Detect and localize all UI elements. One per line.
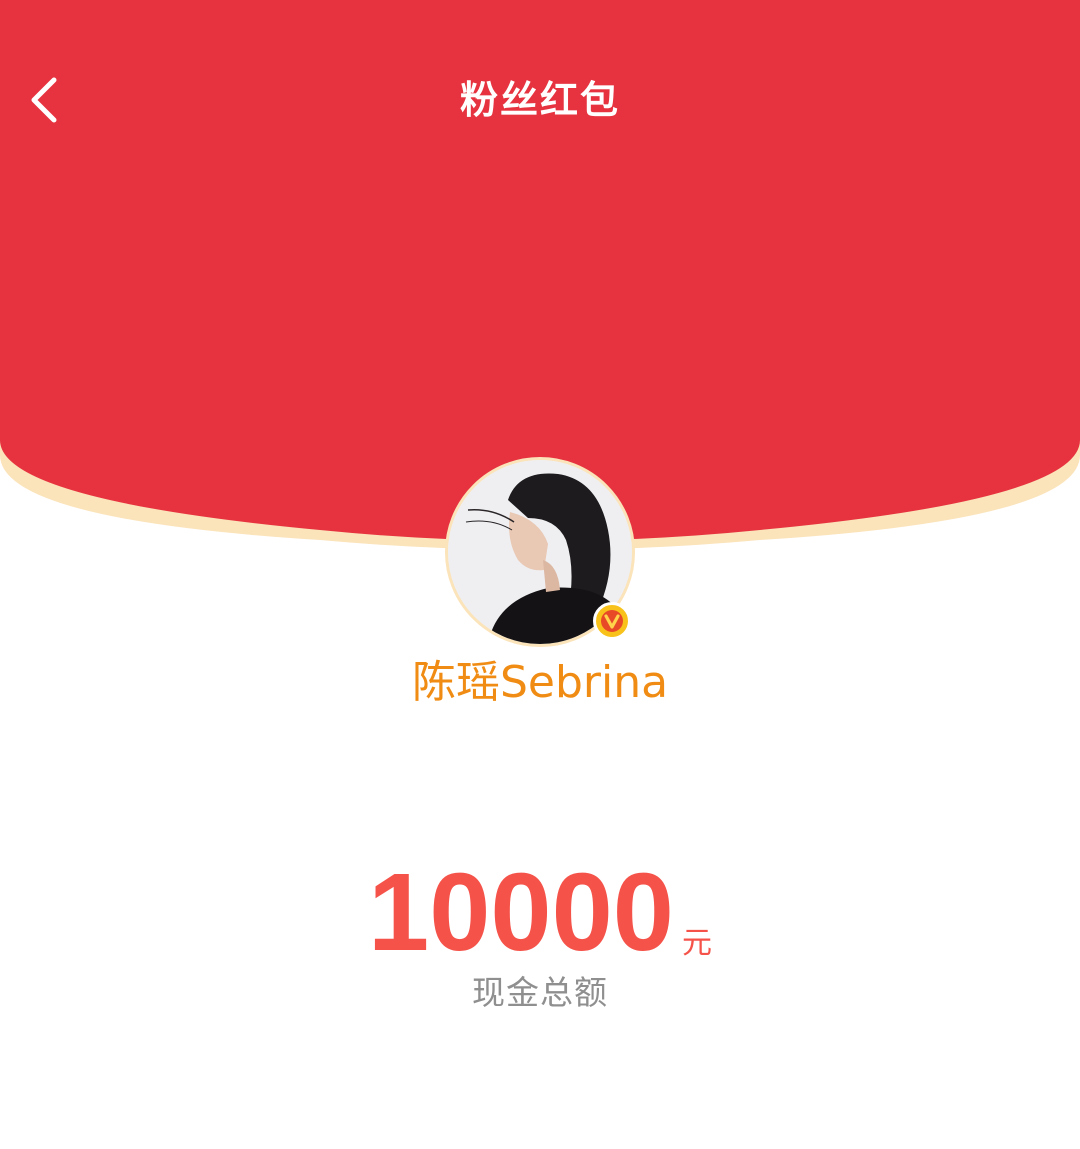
red-packet-page: 粉丝红包 陈瑶Sebrina 10000 元 现金总额 (0, 0, 1080, 1149)
amount-value: 10000 (368, 851, 674, 974)
amount-caption: 现金总额 (472, 973, 608, 1012)
avatar-container (445, 457, 635, 647)
verified-badge-icon (593, 602, 631, 640)
amount-row: 10000 元 (0, 858, 1080, 968)
page-title: 粉丝红包 (459, 78, 620, 122)
username[interactable]: 陈瑶Sebrina (0, 653, 1080, 713)
amount-unit: 元 (681, 926, 712, 961)
